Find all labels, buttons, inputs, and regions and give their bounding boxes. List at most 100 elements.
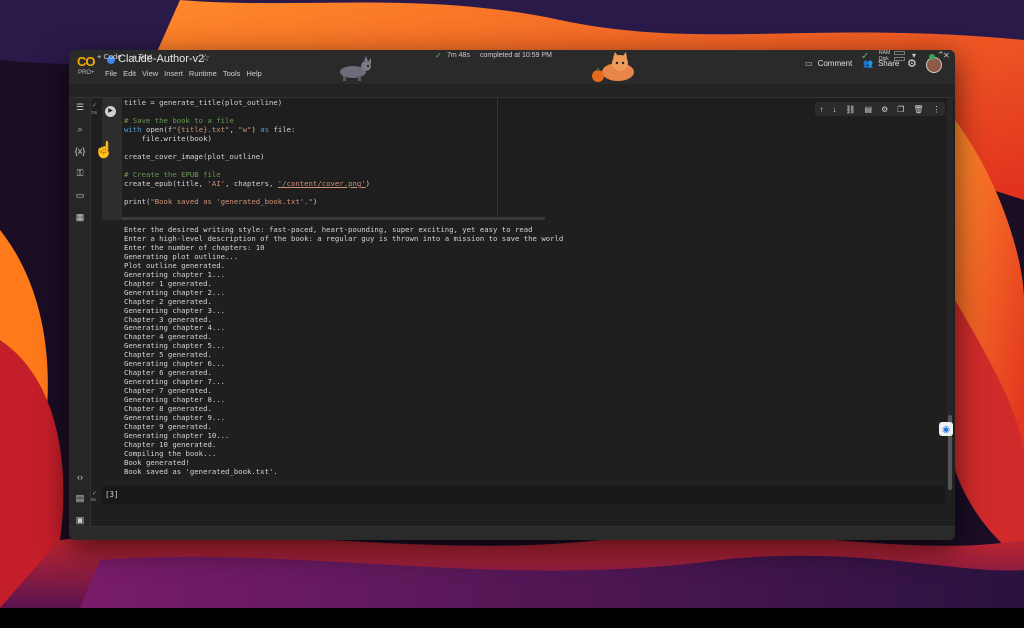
star-icon[interactable]: ☆ <box>201 53 210 64</box>
menu-edit[interactable]: Edit <box>123 69 136 78</box>
code-snippets-icon[interactable]: ‹› <box>73 471 87 483</box>
cell2-execution-count: [3] <box>105 490 119 499</box>
cell-exec-time: 7m <box>91 110 98 115</box>
hand-cursor-icon: ☝ <box>94 142 114 159</box>
colab-logo[interactable]: CO <box>77 55 99 69</box>
output-line: Chapter 10 generated. <box>124 439 217 449</box>
add-code-button[interactable]: + Code <box>97 52 121 61</box>
cell-split-divider <box>497 98 498 220</box>
arrow-up-icon[interactable]: ↑ <box>819 105 823 114</box>
comment-icon[interactable]: ▤ <box>865 105 873 114</box>
cell-toolbar: ↑ ↓ ⛓ ▤ ⚙ ❐ 🗑 ⋮ <box>815 102 945 116</box>
output-line: Plot outline generated. <box>124 260 226 270</box>
menu-runtime[interactable]: Runtime <box>189 69 217 78</box>
output-line: Chapter 4 generated. <box>124 332 212 342</box>
cell2-success-check-icon: ✓ <box>92 491 98 497</box>
ram-disk-label[interactable]: RAM Disk <box>879 50 890 62</box>
menu-view[interactable]: View <box>142 69 158 78</box>
disk-meter <box>894 57 905 61</box>
output-line: Compiling the book... <box>124 448 217 458</box>
output-line: Generating chapter 1... <box>124 269 226 279</box>
settings-gear-icon[interactable]: ⚙ <box>907 59 917 70</box>
comment-button[interactable]: ▭ Comment <box>805 59 852 68</box>
output-line: Enter a high-level description of the bo… <box>124 233 564 243</box>
output-line: Enter the number of chapters: 10 <box>124 242 265 252</box>
output-line: Generating chapter 2... <box>124 287 226 297</box>
menu-file[interactable]: File <box>105 69 117 78</box>
runtime-dropdown-chevron-icon[interactable]: ▾ <box>912 51 916 60</box>
code-line: with open(f"{title}.txt", "w") as file: <box>124 125 296 134</box>
output-line: Chapter 8 generated. <box>124 404 212 413</box>
code-line: create_cover_image(plot_outline) <box>124 152 265 161</box>
output-line: Chapter 6 generated. <box>124 368 212 378</box>
code-token: as <box>260 125 270 134</box>
output-line: Generating chapter 5... <box>124 341 226 351</box>
code-token: "{title}.txt" <box>172 125 230 134</box>
code-token[interactable]: '/content/cover.png' <box>278 179 366 188</box>
ram-meter <box>894 51 905 55</box>
terminal-icon[interactable]: ▣ <box>73 514 87 526</box>
table-of-contents-icon[interactable]: ☰ <box>73 101 87 113</box>
calendar-icon[interactable]: ▦ <box>73 211 87 223</box>
output-line: Generating chapter 6... <box>124 359 226 369</box>
code-editor[interactable]: title = generate_title(plot_outline) # S… <box>122 98 945 220</box>
code-line: print("Book saved as 'generated_book.txt… <box>124 197 318 206</box>
menu-help[interactable]: Help <box>246 69 261 78</box>
link-icon[interactable]: ⛓ <box>845 105 855 114</box>
run-cell-button[interactable]: ▶ <box>105 106 116 117</box>
output-line: Generating chapter 9... <box>124 412 226 422</box>
close-status-icon[interactable]: ✕ <box>943 51 950 60</box>
code-line: create_epub(title, 'AI', chapters, '/con… <box>124 179 371 188</box>
output-line: Generating chapter 10... <box>124 430 230 440</box>
output-line: Generating plot outline... <box>124 251 239 261</box>
variables-icon[interactable]: {x} <box>73 145 87 157</box>
arrow-down-icon[interactable]: ↓ <box>832 105 836 114</box>
output-line: Enter the desired writing style: fast-pa… <box>124 225 533 234</box>
output-line: Book saved as 'generated_book.txt'. <box>124 466 278 476</box>
comment-label: Comment <box>817 59 853 68</box>
output-line: Generating chapter 7... <box>124 377 226 387</box>
code-token: "Book saved as 'generated_book.txt'." <box>150 197 313 206</box>
output-line: Chapter 2 generated. <box>124 296 212 306</box>
menu-insert[interactable]: Insert <box>164 69 183 78</box>
notebook-title[interactable]: Claude-Author-v2 <box>118 53 204 65</box>
cell-output: Enter the desired writing style: fast-pa… <box>122 220 945 485</box>
code-line: # Create the EPUB file <box>124 170 221 179</box>
output-line: Chapter 5 generated. <box>124 350 212 360</box>
runtime-status-dot-icon <box>929 54 935 60</box>
code-token: 'AI' <box>207 179 226 188</box>
cell-success-check-icon: ✓ <box>92 103 98 109</box>
mirror-cell-icon[interactable]: ❐ <box>897 105 904 114</box>
fox-mascot-icon <box>592 52 634 82</box>
status-duration: 7m 48s <box>447 52 470 59</box>
menu-bar: File Edit View Insert Runtime Tools Help <box>105 69 262 78</box>
more-icon[interactable]: ⋮ <box>932 105 940 114</box>
delete-icon[interactable]: 🗑 <box>913 105 923 114</box>
colab-window: CO PRO+ Claude-Author-v2 ☆ File Edit Vie… <box>69 50 955 540</box>
gear-icon[interactable]: ⚙ <box>881 105 888 114</box>
status-bar <box>69 526 955 540</box>
search-icon[interactable]: ⌕ <box>73 123 87 135</box>
code-line: file.write(book) <box>124 134 212 143</box>
menu-tools[interactable]: Tools <box>223 69 241 78</box>
notebook-toolbar <box>69 84 955 98</box>
cell2-exec-time: 0s <box>91 497 96 502</box>
corgi-mascot-icon <box>340 56 371 81</box>
output-line: Book generated! <box>124 457 190 467</box>
add-text-button[interactable]: + Text <box>132 52 152 61</box>
code-line: # Save the book to a file <box>124 116 234 125</box>
code-token: "w" <box>238 125 252 134</box>
output-line: Chapter 3 generated. <box>124 314 212 324</box>
left-sidebar: ☰ ⌕ {x} ⚿ ▭ ▦ ‹› ▤ ▣ <box>69 98 91 526</box>
comment-icon: ▭ <box>805 59 813 68</box>
code-cell-2[interactable]: [3] <box>102 486 945 504</box>
output-line: Chapter 9 generated. <box>124 421 212 431</box>
disk-label: Disk <box>879 56 889 62</box>
command-palette-icon[interactable]: ▤ <box>73 492 87 504</box>
folder-icon[interactable]: ▭ <box>73 189 87 201</box>
gemini-assistant-icon[interactable]: ◉ <box>939 422 953 436</box>
output-line: Chapter 1 generated. <box>124 278 212 288</box>
connected-check-icon[interactable]: ✓ <box>861 50 869 64</box>
secrets-key-icon[interactable]: ⚿ <box>73 167 87 179</box>
status-check-icon: ✓ <box>435 51 442 60</box>
